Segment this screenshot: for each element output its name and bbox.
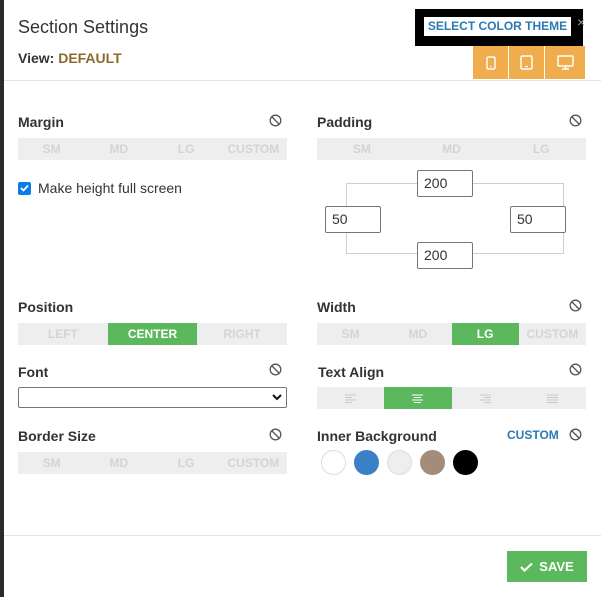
align-right-icon[interactable] [451, 387, 519, 409]
fullscreen-label: Make height full screen [38, 180, 182, 196]
padding-option-md[interactable]: MD [406, 138, 497, 160]
padding-right-input[interactable]: 50 [510, 206, 566, 233]
fullscreen-checkbox[interactable] [18, 181, 31, 195]
padding-left-input[interactable]: 50 [325, 206, 381, 233]
swatch-taupe[interactable] [420, 450, 445, 475]
padding-reset-icon[interactable] [569, 114, 582, 127]
border-size-options: SM MD LG CUSTOM [18, 452, 287, 474]
margin-reset-icon[interactable] [269, 114, 282, 127]
close-icon[interactable]: × [577, 14, 585, 30]
text-align-label: Text Align [318, 364, 385, 380]
desktop-icon[interactable] [545, 46, 585, 79]
modal-title: Section Settings [18, 17, 149, 37]
position-option-right[interactable]: RIGHT [197, 323, 288, 345]
inner-background-label: Inner Background [317, 428, 437, 444]
modal-header: Section Settings View: DEFAULT SELECT CO… [4, 0, 601, 81]
width-options: SM MD LG CUSTOM [317, 323, 586, 345]
view-value: DEFAULT [58, 50, 122, 66]
position-label: Position [18, 299, 74, 315]
padding-top-input[interactable]: 200 [417, 170, 473, 197]
view-indicator: View: DEFAULT [18, 50, 122, 66]
position-option-left[interactable]: LEFT [18, 323, 108, 345]
font-reset-icon[interactable] [269, 363, 282, 376]
padding-option-sm[interactable]: SM [317, 138, 407, 160]
footer-divider [4, 535, 601, 536]
width-option-md[interactable]: MD [384, 323, 452, 345]
save-button[interactable]: SAVE [507, 551, 587, 582]
text-align-options [317, 387, 586, 409]
border-option-sm[interactable]: SM [18, 452, 86, 474]
swatch-black[interactable] [453, 450, 478, 475]
swatch-blue[interactable] [354, 450, 379, 475]
font-select[interactable] [18, 387, 287, 408]
margin-option-custom[interactable]: CUSTOM [219, 138, 287, 160]
font-label: Font [18, 364, 49, 380]
position-option-center[interactable]: CENTER [107, 323, 198, 345]
save-label: SAVE [539, 559, 574, 574]
border-size-reset-icon[interactable] [269, 428, 282, 441]
padding-bottom-input[interactable]: 200 [417, 242, 473, 269]
width-label: Width [317, 299, 356, 315]
text-align-reset-icon[interactable] [569, 363, 582, 376]
padding-label: Padding [317, 114, 373, 130]
color-theme-highlight: SELECT COLOR THEME [415, 9, 583, 46]
width-option-custom[interactable]: CUSTOM [518, 323, 586, 345]
padding-options: SM MD LG [317, 138, 587, 160]
border-size-label: Border Size [18, 428, 96, 444]
border-option-lg[interactable]: LG [152, 452, 220, 474]
padding-option-lg[interactable]: LG [496, 138, 587, 160]
inner-background-reset-icon[interactable] [569, 428, 582, 441]
device-switcher [473, 46, 586, 79]
margin-option-sm[interactable]: SM [18, 138, 86, 160]
align-justify-icon[interactable] [518, 387, 586, 409]
margin-options: SM MD LG CUSTOM [18, 138, 287, 160]
align-center-icon[interactable] [384, 387, 452, 409]
swatch-white[interactable] [321, 450, 346, 475]
margin-label: Margin [18, 114, 64, 130]
section-settings-modal: Section Settings View: DEFAULT SELECT CO… [4, 0, 601, 597]
width-option-sm[interactable]: SM [317, 323, 385, 345]
phone-icon[interactable] [473, 46, 508, 79]
border-option-md[interactable]: MD [85, 452, 153, 474]
select-color-theme-button[interactable]: SELECT COLOR THEME [424, 17, 571, 36]
border-option-custom[interactable]: CUSTOM [219, 452, 287, 474]
fullscreen-checkbox-row[interactable]: Make height full screen [18, 180, 182, 196]
tablet-icon[interactable] [509, 46, 544, 79]
view-label: View: [18, 50, 55, 66]
chevron-down-icon [272, 394, 282, 401]
check-icon [520, 562, 534, 572]
inner-background-custom-link[interactable]: CUSTOM [507, 428, 559, 442]
position-options: LEFT CENTER RIGHT [18, 323, 288, 345]
width-reset-icon[interactable] [569, 299, 582, 312]
align-left-icon[interactable] [317, 387, 385, 409]
width-option-lg[interactable]: LG [451, 323, 519, 345]
margin-option-md[interactable]: MD [85, 138, 153, 160]
swatch-light-gray[interactable] [387, 450, 412, 475]
margin-option-lg[interactable]: LG [152, 138, 220, 160]
